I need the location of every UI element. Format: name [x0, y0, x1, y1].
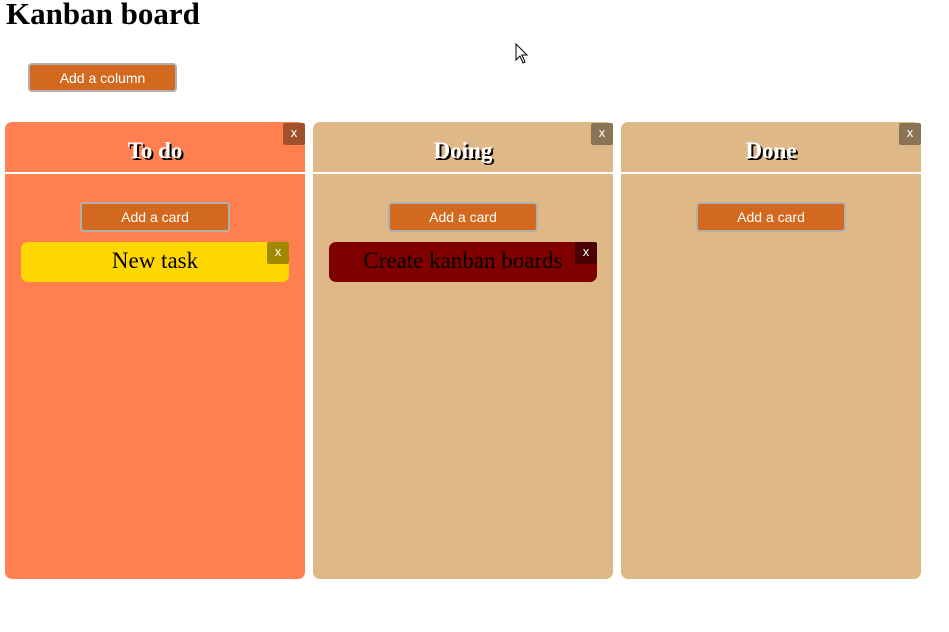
mouse-pointer-icon	[515, 43, 529, 64]
column-done: Done x Add a card	[621, 122, 921, 579]
column-header: Doing x	[313, 122, 613, 174]
column-doing: Doing x Add a card Create kanban boards …	[313, 122, 613, 579]
add-column-button[interactable]: Add a column	[28, 63, 177, 92]
column-todo: To do x Add a card New task x	[5, 122, 305, 579]
close-column-button[interactable]: x	[899, 123, 921, 145]
page-title: Kanban board	[6, 0, 200, 31]
card-text: Create kanban boards	[363, 248, 563, 273]
column-header: Done x	[621, 122, 921, 174]
add-card-button[interactable]: Add a card	[80, 202, 230, 232]
card-text: New task	[111, 248, 199, 273]
column-title: Doing	[433, 138, 493, 163]
column-header: To do x	[5, 122, 305, 174]
add-card-button[interactable]: Add a card	[388, 202, 538, 232]
card[interactable]: New task x	[21, 242, 289, 282]
close-column-button[interactable]: x	[591, 123, 613, 145]
close-card-button[interactable]: x	[267, 242, 289, 264]
add-card-button[interactable]: Add a card	[696, 202, 846, 232]
card[interactable]: Create kanban boards x	[329, 242, 597, 282]
column-title: Done	[745, 138, 797, 163]
close-column-button[interactable]: x	[283, 123, 305, 145]
column-title: To do	[127, 138, 183, 163]
close-card-button[interactable]: x	[575, 242, 597, 264]
